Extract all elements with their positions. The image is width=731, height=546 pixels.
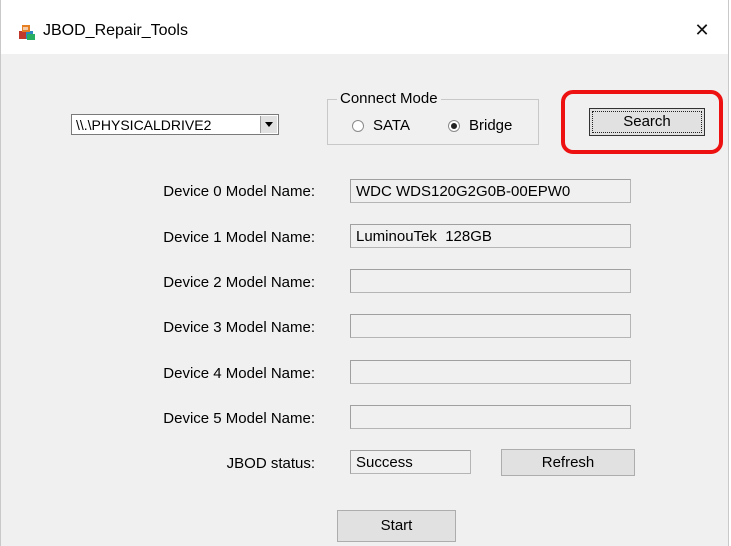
device-3-label: Device 3 Model Name:: [163, 319, 315, 336]
window-title: JBOD_Repair_Tools: [43, 22, 188, 39]
device-1-label: Device 1 Model Name:: [163, 229, 315, 246]
radio-sata-label[interactable]: SATA: [373, 117, 410, 134]
chevron-down-icon[interactable]: [260, 116, 277, 133]
device-5-field: [350, 405, 631, 429]
device-5-label: Device 5 Model Name:: [163, 410, 315, 427]
device-1-value: LuminouTek 128GB: [356, 228, 492, 245]
start-button-label: Start: [380, 517, 413, 534]
close-icon[interactable]: ✕: [686, 14, 718, 46]
jbod-status-value: Success: [356, 454, 413, 471]
device-4-label: Device 4 Model Name:: [163, 365, 315, 382]
device-3-field: [350, 314, 631, 338]
device-0-label: Device 0 Model Name:: [163, 183, 315, 200]
radio-sata[interactable]: [352, 120, 364, 132]
jbod-status-label: JBOD status:: [226, 455, 315, 472]
device-4-field: [350, 360, 631, 384]
refresh-button-label: Refresh: [541, 454, 595, 471]
device-0-value: WDC WDS120G2G0B-00EPW0: [356, 183, 571, 200]
radio-bridge[interactable]: [448, 120, 460, 132]
app-window: JBOD_Repair_Tools ✕ \\.\PHYSICALDRIVE2 C…: [0, 0, 729, 546]
app-icon: [19, 25, 35, 40]
refresh-button[interactable]: Refresh: [501, 449, 635, 476]
device-1-field: LuminouTek 128GB: [350, 224, 631, 248]
title-bar[interactable]: JBOD_Repair_Tools ✕: [1, 0, 728, 54]
device-2-field: [350, 269, 631, 293]
device-0-field: WDC WDS120G2G0B-00EPW0: [350, 179, 631, 203]
radio-bridge-label[interactable]: Bridge: [469, 117, 512, 134]
search-button-label: Search: [623, 113, 671, 130]
device-2-label: Device 2 Model Name:: [163, 274, 315, 291]
drive-dropdown-value: \\.\PHYSICALDRIVE2: [76, 117, 212, 133]
drive-dropdown[interactable]: \\.\PHYSICALDRIVE2: [71, 114, 279, 135]
search-button[interactable]: Search: [589, 108, 705, 136]
connect-mode-legend: Connect Mode: [337, 90, 441, 107]
jbod-status-field: Success: [350, 450, 471, 474]
start-button[interactable]: Start: [337, 510, 456, 542]
